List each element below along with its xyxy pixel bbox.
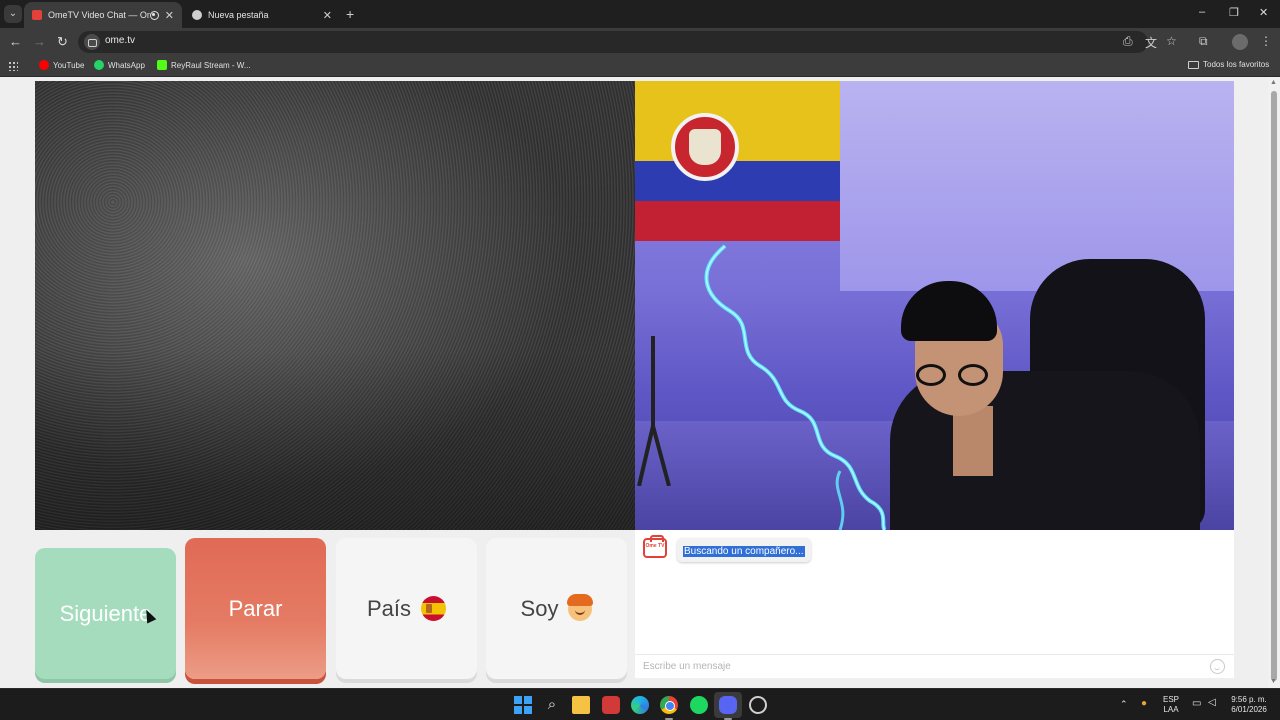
gender-button[interactable]: Soy [486,538,627,679]
tab-strip: ⌄ OmeTV Video Chat — Ome ✕ Nueva pestaña… [0,0,1280,28]
close-tab-icon[interactable]: ✕ [323,9,332,22]
windows-start-icon[interactable] [514,696,532,714]
message-input[interactable] [643,661,1183,672]
red-app-icon[interactable] [602,696,620,714]
ometv-page: Siguiente Parar País Soy Ome TV Buscando… [0,77,1280,688]
obs-icon[interactable] [749,696,767,714]
tab-search-button[interactable]: ⌄ [4,5,22,23]
discord-icon[interactable] [719,696,737,714]
spotify-icon[interactable] [690,696,708,714]
emoji-picker-icon[interactable] [1210,659,1225,674]
page-scrollbar[interactable]: ▲ ▼ [1268,77,1280,688]
back-icon[interactable]: ← [9,33,22,51]
ometv-logo-icon: Ome TV [643,535,667,558]
tab-label: Nueva pestaña [208,10,269,20]
all-bookmarks-folder[interactable]: Todos los favoritos [1188,60,1269,69]
close-window-icon[interactable]: ✕ [1259,6,1268,19]
spain-flag-icon [421,596,447,621]
forward-icon[interactable]: → [33,33,46,51]
menu-icon[interactable]: ⋮ [1260,34,1272,48]
ometv-favicon-icon [32,10,42,20]
scrollbar-thumb[interactable] [1271,91,1277,681]
whatsapp-icon [94,60,104,70]
stop-button[interactable]: Parar [185,538,326,679]
minimize-icon[interactable]: – [1199,6,1205,18]
tab-label: OmeTV Video Chat — Ome [48,10,150,20]
youtube-icon [39,60,49,70]
chrome-favicon-icon [192,10,202,20]
scroll-down-icon[interactable]: ▼ [1270,678,1277,685]
translate-icon[interactable]: 文 [1145,34,1157,51]
scroll-up-icon[interactable]: ▲ [1270,79,1277,86]
microphone-icon[interactable]: ● [1141,699,1147,709]
address-bar[interactable]: ome.tv [78,31,1148,53]
recording-icon [149,10,159,20]
chrome-icon[interactable] [660,696,678,714]
install-app-icon[interactable]: ⎙ [1123,34,1133,49]
language-indicator[interactable]: ESP LAA [1163,695,1179,715]
kick-icon [157,60,167,70]
edge-icon[interactable] [631,696,649,714]
next-button[interactable]: Siguiente [35,548,176,679]
url-text: ome.tv [105,35,136,46]
chat-panel: Ome TV Buscando un compañero... [635,530,1234,678]
bookmark-reyraul[interactable]: ReyRaul Stream - W... [157,60,251,70]
site-info-icon[interactable] [84,34,100,50]
local-camera-feed [635,81,1234,530]
remote-video-feed [35,81,635,530]
browser-toolbar: ← → ↻ ome.tv ⎙ 文 ☆ ⧉ ⋮ [0,28,1280,56]
restore-icon[interactable]: ❐ [1229,6,1239,19]
boy-emoji-icon [567,593,594,621]
volume-icon[interactable]: ◁ [1208,698,1216,708]
chat-input-bar [635,654,1234,678]
reload-icon[interactable]: ↻ [57,33,68,51]
chat-status-message: Buscando un compañero... [677,538,811,562]
windows-taskbar: ⌕ ⌃ ● ESP LAA ▭ ◁ 9:56 p. m. 6/01/2026 [0,688,1280,720]
glasses [916,364,994,388]
new-tab-button[interactable]: + [346,6,354,22]
folder-icon [1188,60,1199,69]
file-explorer-icon[interactable] [572,696,590,714]
bookmarks-bar: YouTube WhatsApp ReyRaul Stream - W... T… [0,56,1280,77]
tray-overflow-icon[interactable]: ⌃ [1120,699,1128,709]
apps-grid-icon[interactable] [8,61,18,71]
bookmark-whatsapp[interactable]: WhatsApp [94,60,145,70]
network-icon[interactable]: ▭ [1192,699,1201,709]
clock[interactable]: 9:56 p. m. 6/01/2026 [1226,695,1272,715]
extensions-icon[interactable]: ⧉ [1199,34,1208,49]
bookmark-star-icon[interactable]: ☆ [1166,34,1177,48]
tripod [635,336,675,487]
status-text: Buscando un compañero... [683,546,805,557]
search-icon[interactable]: ⌕ [543,696,561,714]
tab-new[interactable]: Nueva pestaña ✕ [184,2,340,28]
bookmark-youtube[interactable]: YouTube [39,60,84,70]
close-tab-icon[interactable]: ✕ [165,9,174,22]
profile-avatar[interactable] [1232,34,1248,50]
country-button[interactable]: País [336,538,477,679]
person-neck [953,406,993,476]
tab-ometv[interactable]: OmeTV Video Chat — Ome ✕ [24,2,182,28]
